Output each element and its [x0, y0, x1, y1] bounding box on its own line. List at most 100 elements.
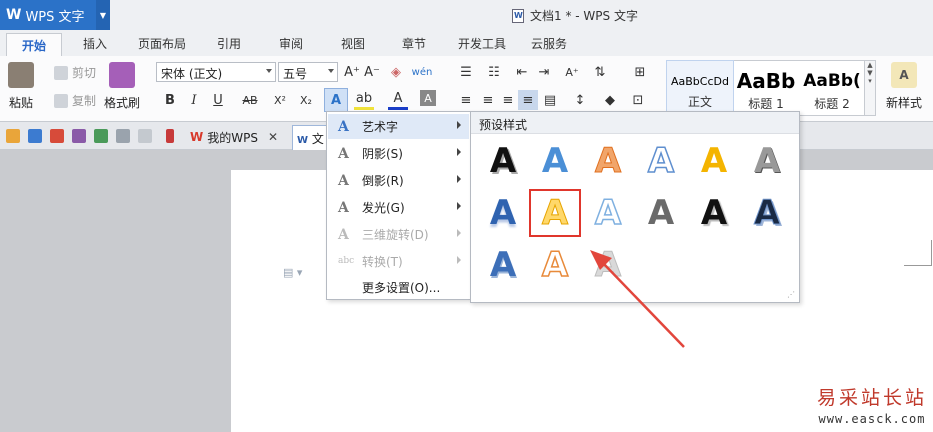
menu-item-3d-rotation: A 三维旋转(D): [328, 222, 469, 247]
wordart-style-4[interactable]: A: [637, 139, 685, 183]
justify-icon[interactable]: ≡: [518, 90, 538, 110]
glow-icon: A: [338, 200, 349, 216]
increase-indent-icon[interactable]: ⇥: [534, 62, 554, 82]
subscript-icon[interactable]: X₂: [296, 90, 316, 110]
tab-references[interactable]: 引用: [217, 35, 241, 52]
grow-font-icon[interactable]: A⁺: [342, 62, 362, 82]
chevron-right-icon: [457, 148, 461, 156]
cut-button[interactable]: 剪切: [54, 64, 96, 81]
wps-logo-icon: W: [6, 7, 22, 23]
underline-icon[interactable]: U: [208, 90, 228, 110]
font-color-icon[interactable]: A: [388, 90, 408, 110]
wordart-style-1[interactable]: A: [479, 139, 527, 183]
tab-my-wps[interactable]: W 我的WPS ✕: [184, 126, 284, 148]
redo-icon[interactable]: [138, 129, 152, 143]
char-shading-icon[interactable]: A: [420, 90, 436, 106]
gallery-scrollbar[interactable]: ▲ ▼ ▾: [864, 60, 876, 116]
style-heading-2[interactable]: AaBb( 标题 2: [799, 61, 865, 115]
wordart-style-12[interactable]: A: [743, 191, 791, 235]
tab-section[interactable]: 章节: [402, 35, 426, 52]
tab-insert[interactable]: 插入: [83, 35, 107, 52]
font-size-select[interactable]: 五号: [278, 62, 338, 82]
chevron-down-icon[interactable]: ▼: [96, 0, 110, 30]
distributed-icon[interactable]: ▤: [540, 90, 560, 110]
sort-icon[interactable]: ⇅: [590, 62, 610, 82]
scissors-icon: [54, 65, 68, 80]
app-menu-button[interactable]: W WPS 文字 ▼: [0, 0, 110, 30]
new-style-button[interactable]: A 新样式: [880, 62, 928, 111]
tab-developer[interactable]: 开发工具: [458, 35, 506, 52]
italic-icon[interactable]: I: [184, 90, 204, 110]
highlight-icon[interactable]: ab: [354, 90, 374, 110]
tab-view[interactable]: 视图: [341, 35, 365, 52]
resize-grip-icon[interactable]: ⋰: [787, 290, 795, 299]
style-normal[interactable]: AaBbCcDd 正文: [666, 60, 734, 116]
save-icon[interactable]: [28, 129, 42, 143]
style-heading-1[interactable]: AaBb 标题 1: [733, 61, 799, 115]
chevron-down-icon: [266, 69, 272, 73]
decrease-indent-icon[interactable]: ⇤: [512, 62, 532, 82]
menu-item-shadow[interactable]: A 阴影(S): [328, 141, 469, 166]
shading-icon[interactable]: ◆: [600, 90, 620, 110]
line-spacing-icon[interactable]: ↕: [570, 90, 590, 110]
font-name-select[interactable]: 宋体 (正文): [156, 62, 276, 82]
copy-button[interactable]: 复制: [54, 92, 96, 109]
format-painter-button[interactable]: 格式刷: [104, 62, 140, 111]
align-center-icon[interactable]: ≡: [478, 90, 498, 110]
style-name: 标题 1: [748, 97, 784, 111]
tab-cloud[interactable]: 云服务: [531, 35, 567, 52]
new-style-label: 新样式: [885, 96, 922, 110]
window-title-text: 文档1 * - WPS 文字: [530, 9, 638, 23]
tab-page-layout[interactable]: 页面布局: [138, 35, 186, 52]
3d-rotation-icon: A: [338, 227, 349, 243]
wordart-style-14[interactable]: A: [531, 243, 579, 287]
wordart-style-13[interactable]: A: [479, 243, 527, 287]
copy-label: 复制: [72, 94, 97, 108]
numbered-list-icon[interactable]: ☷: [484, 62, 504, 82]
bullet-list-icon[interactable]: ☰: [456, 62, 476, 82]
table-icon[interactable]: ⊞: [630, 62, 650, 82]
tab-review[interactable]: 审阅: [279, 35, 303, 52]
wordart-style-3[interactable]: A: [584, 139, 632, 183]
wordart-style-6[interactable]: A: [743, 139, 791, 183]
wordart-style-7[interactable]: A: [479, 191, 527, 235]
paste-button[interactable]: 粘贴: [8, 62, 34, 111]
char-spacing-icon[interactable]: A⁺: [562, 62, 582, 82]
menu-item-glow[interactable]: A 发光(G): [328, 195, 469, 220]
style-sample: AaBb(: [803, 71, 861, 91]
cut-label: 剪切: [72, 66, 97, 80]
print-preview-icon[interactable]: [94, 129, 108, 143]
style-name: 正文: [687, 95, 712, 109]
open-icon[interactable]: [6, 129, 20, 143]
phonetic-icon[interactable]: wén: [412, 62, 433, 82]
wordart-style-2[interactable]: A: [531, 139, 579, 183]
wordart-style-11[interactable]: A: [690, 191, 738, 235]
align-right-icon[interactable]: ≡: [498, 90, 518, 110]
customize-icon[interactable]: [166, 129, 174, 143]
strikethrough-icon[interactable]: AB: [240, 90, 260, 110]
bold-icon[interactable]: B: [160, 90, 180, 110]
menu-item-more-settings[interactable]: 更多设置(O)...: [328, 275, 469, 300]
wordart-style-5[interactable]: A: [690, 139, 738, 183]
wordart-style-15[interactable]: A: [584, 243, 632, 287]
export-pdf-icon[interactable]: [50, 129, 64, 143]
wordart-style-9[interactable]: A: [584, 191, 632, 235]
align-left-icon[interactable]: ≡: [456, 90, 476, 110]
style-name: 标题 2: [814, 97, 850, 111]
tab-home[interactable]: 开始: [6, 33, 62, 56]
clear-format-icon[interactable]: ◈: [386, 62, 406, 82]
text-effect-icon[interactable]: A: [324, 88, 348, 112]
menu-item-reflection[interactable]: A 倒影(R): [328, 168, 469, 193]
superscript-icon[interactable]: X²: [270, 90, 290, 110]
menu-item-label: 转换(T): [362, 255, 403, 269]
close-icon[interactable]: ✕: [268, 130, 278, 144]
shrink-font-icon[interactable]: A⁻: [362, 62, 382, 82]
wordart-preset-panel: 预设样式 A A A A A A A A A A A A A A A ⋰: [470, 111, 800, 303]
print-icon[interactable]: [72, 129, 86, 143]
wordart-style-10[interactable]: A: [637, 191, 685, 235]
paragraph-layout-icon[interactable]: ▤ ▾: [283, 266, 302, 279]
menu-item-wordart[interactable]: A 艺术字: [328, 114, 469, 139]
borders-icon[interactable]: ⊡: [628, 90, 648, 110]
undo-icon[interactable]: [116, 129, 130, 143]
wordart-style-8[interactable]: A: [529, 189, 581, 237]
